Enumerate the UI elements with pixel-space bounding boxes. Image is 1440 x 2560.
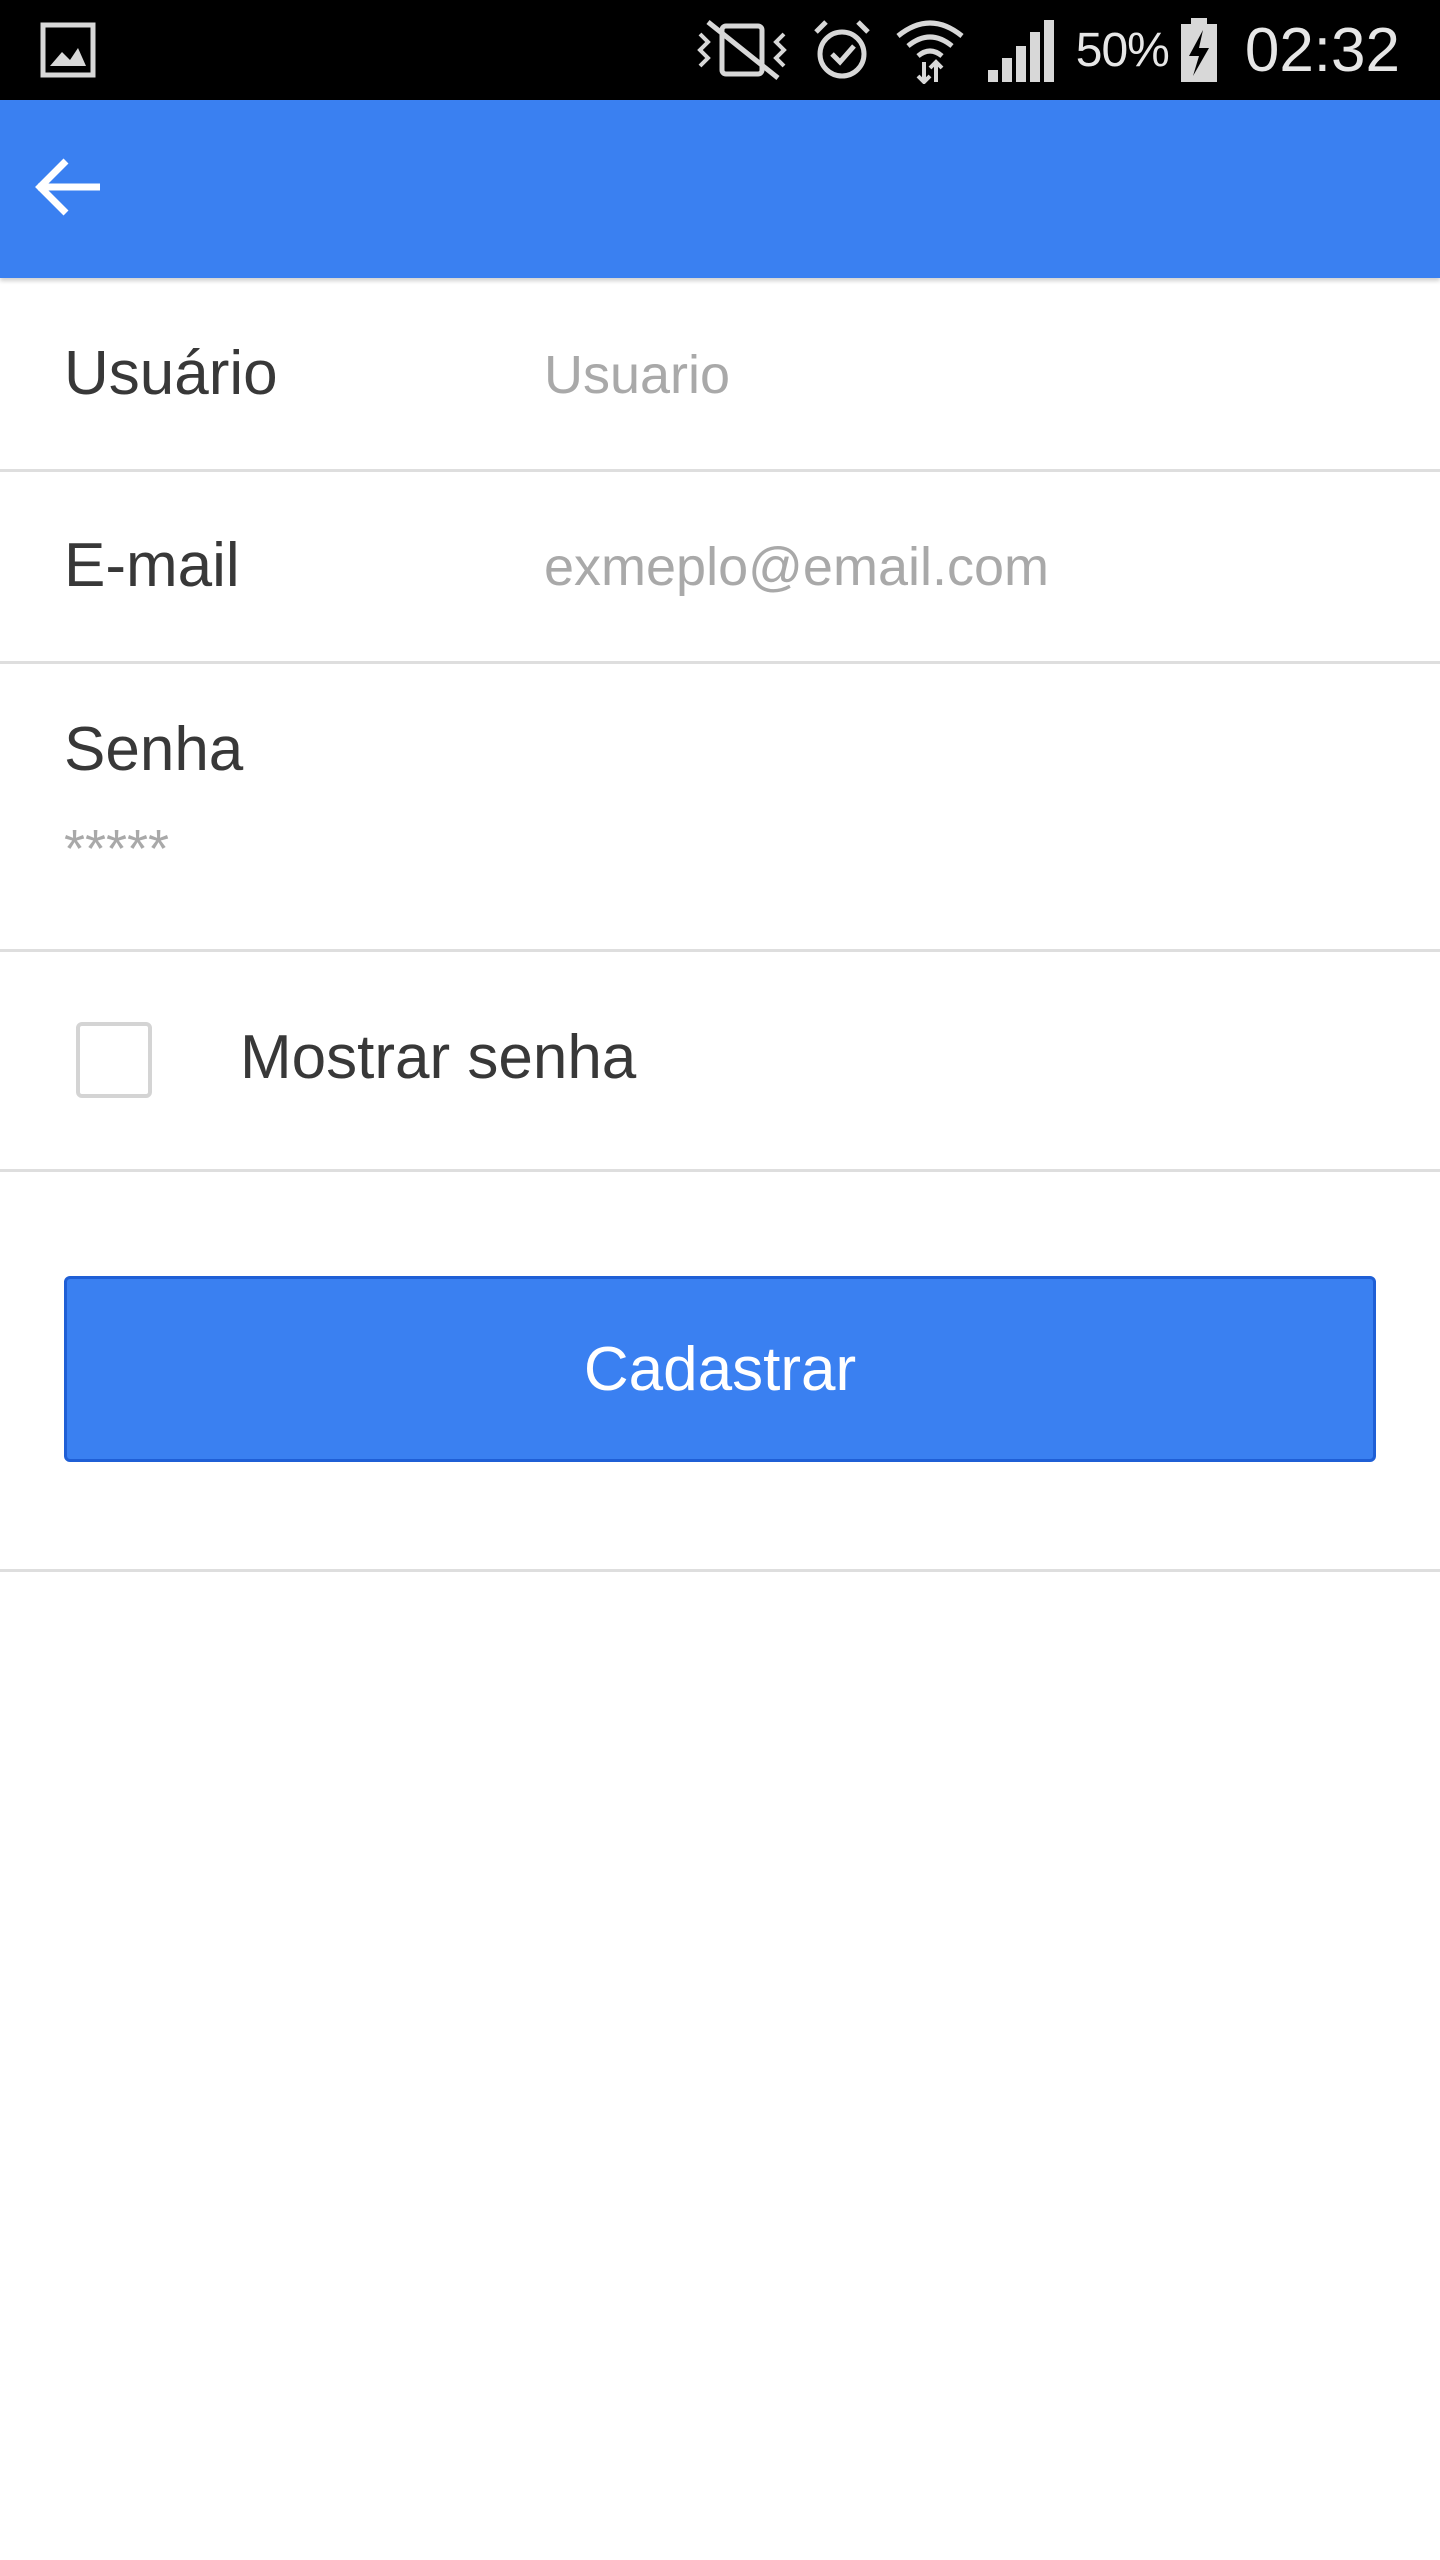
email-row: E-mail — [0, 472, 1440, 664]
username-row: Usuário — [0, 280, 1440, 472]
password-row: Senha — [0, 664, 1440, 952]
arrow-back-icon — [34, 157, 102, 222]
show-password-checkbox[interactable] — [76, 1022, 152, 1098]
back-button[interactable] — [24, 145, 112, 233]
wifi-icon — [894, 18, 966, 84]
show-password-row[interactable]: Mostrar senha — [0, 952, 1440, 1172]
signal-icon — [986, 18, 1054, 82]
status-bar: 50% 02:32 — [0, 0, 1440, 100]
app-bar — [0, 100, 1440, 278]
gallery-icon — [40, 22, 96, 78]
battery-charging-icon — [1179, 18, 1219, 82]
battery-percent: 50% — [1075, 23, 1170, 77]
password-input[interactable] — [64, 814, 1364, 884]
register-button[interactable]: Cadastrar — [64, 1276, 1376, 1462]
vibrate-icon — [694, 18, 790, 82]
alarm-icon — [810, 18, 874, 82]
clock: 02:32 — [1244, 15, 1400, 85]
password-label: Senha — [64, 715, 244, 784]
status-icons: 50% 02:32 — [674, 0, 1400, 100]
username-input[interactable] — [544, 340, 1384, 410]
screen: 50% 02:32 Usuário Usuario E-mail exmeplo… — [0, 0, 1440, 2560]
show-password-label[interactable]: Mostrar senha — [240, 1022, 636, 1093]
email-label: E-mail — [64, 531, 240, 600]
submit-row: Cadastrar — [0, 1172, 1440, 1572]
email-input[interactable] — [544, 532, 1384, 602]
username-label: Usuário — [64, 339, 278, 408]
